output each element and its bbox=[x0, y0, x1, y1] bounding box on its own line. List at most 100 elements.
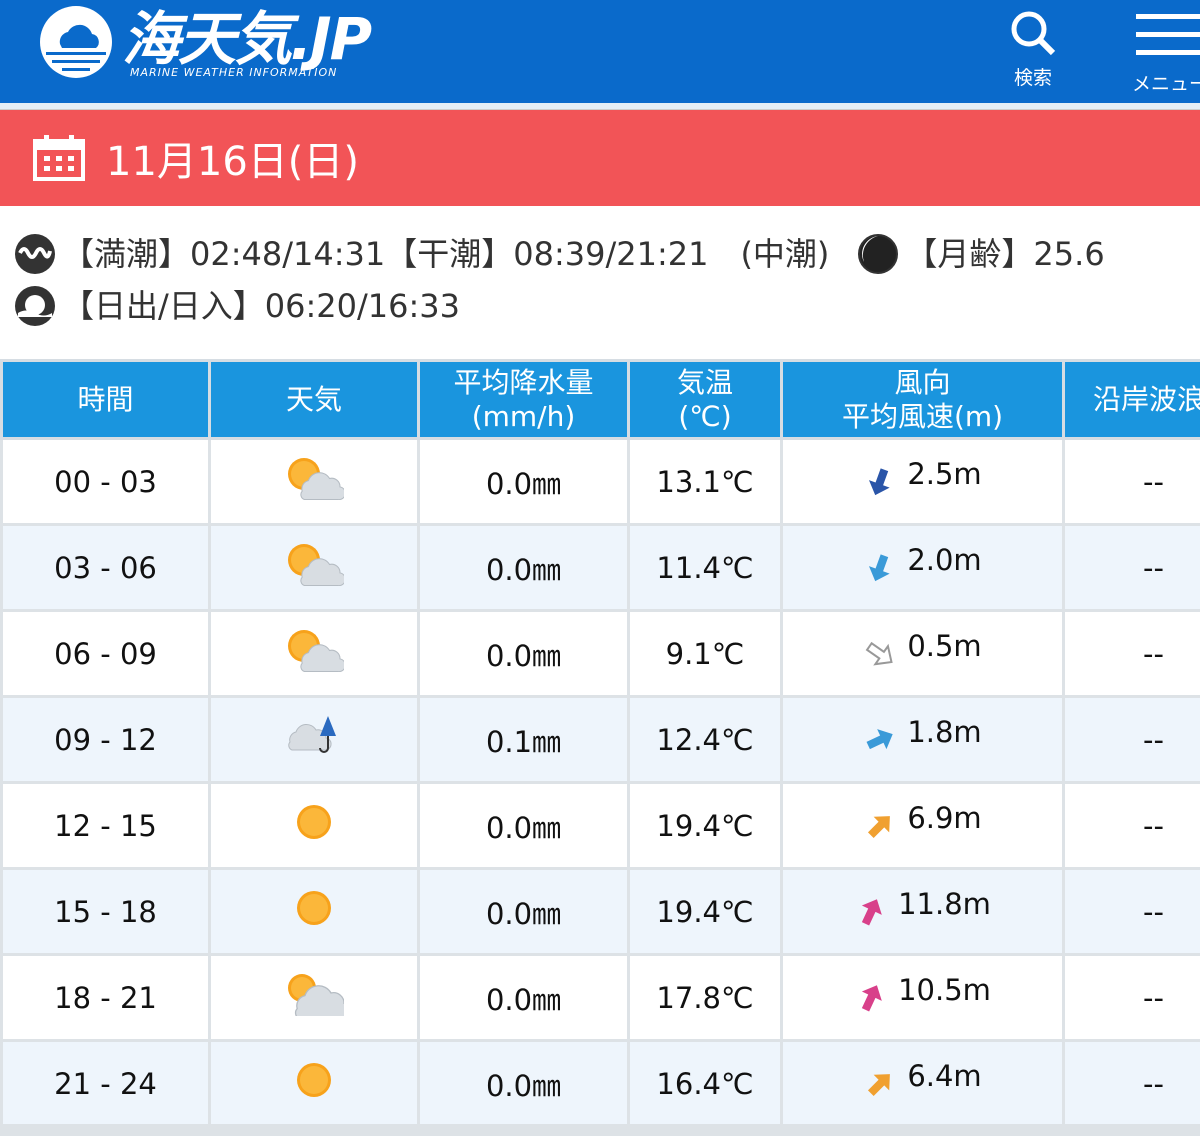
table-row: 09 - 12 0.1㎜ 12.4℃ 1.8m -- bbox=[0, 695, 1200, 784]
wind-speed: 11.8m bbox=[898, 886, 991, 921]
hamburger-icon bbox=[1136, 14, 1200, 55]
time-cell: 09 - 12 bbox=[0, 695, 211, 784]
wind-arrow-icon bbox=[861, 898, 882, 925]
temperature-cell: 19.4℃ bbox=[627, 867, 783, 956]
cloud-rain-icon bbox=[284, 716, 344, 765]
weather-cell bbox=[208, 437, 420, 526]
logo-subtitle: MARINE WEATHER INFORMATION bbox=[130, 66, 338, 79]
sunrise-icon bbox=[15, 286, 55, 326]
header-temperature: 気温 (℃) bbox=[627, 359, 783, 440]
page-bottom bbox=[0, 1124, 1200, 1136]
time-cell: 06 - 09 bbox=[0, 609, 211, 698]
search-icon bbox=[1011, 11, 1056, 56]
tide-icon bbox=[15, 234, 55, 274]
wind-speed: 2.0m bbox=[907, 542, 982, 577]
wind-speed: 10.5m bbox=[898, 972, 991, 1007]
rainfall-cell: 0.0㎜ bbox=[417, 867, 630, 956]
calendar-icon bbox=[33, 135, 85, 181]
table-row: 00 - 03 0.0㎜ 13.1℃ 2.5m -- bbox=[0, 437, 1200, 526]
cloud-sun-icon bbox=[284, 974, 352, 1023]
weather-cell bbox=[208, 523, 420, 612]
wave-cell: -- bbox=[1062, 867, 1200, 956]
header-weather: 天気 bbox=[208, 359, 420, 440]
site-logo[interactable]: 海天気.JP MARINE WEATHER INFORMATION bbox=[38, 4, 372, 80]
wind-cell: 6.4m bbox=[780, 1039, 1065, 1128]
menu-button[interactable]: メニュー bbox=[1132, 8, 1200, 96]
table-row: 06 - 09 0.0㎜ 9.1℃ 0.5m -- bbox=[0, 609, 1200, 698]
rainfall-cell: 0.0㎜ bbox=[417, 437, 630, 526]
rainfall-cell: 0.0㎜ bbox=[417, 781, 630, 870]
wind-cell: 1.8m bbox=[780, 695, 1065, 784]
wind-speed: 6.9m bbox=[907, 800, 982, 835]
sun-icon bbox=[292, 891, 336, 937]
temperature-cell: 13.1℃ bbox=[627, 437, 783, 526]
forecast-table: 時間 天気 平均降水量 (mm/h) 気温 (℃) 風向 平均風速(m) 沿岸波浪 00 … bbox=[0, 359, 1200, 1128]
sun-icon bbox=[292, 1063, 336, 1109]
temperature-cell: 12.4℃ bbox=[627, 695, 783, 784]
menu-label: メニュー bbox=[1132, 73, 1200, 95]
temperature-cell: 19.4℃ bbox=[627, 781, 783, 870]
weather-cell bbox=[208, 781, 420, 870]
wind-speed: 1.8m bbox=[907, 714, 982, 749]
temperature-cell: 16.4℃ bbox=[627, 1039, 783, 1128]
header-wind: 風向 平均風速(m) bbox=[780, 359, 1065, 440]
date-label: 11月16日(日) bbox=[106, 139, 360, 185]
header-rainfall: 平均降水量 (mm/h) bbox=[417, 359, 630, 440]
wave-cell: -- bbox=[1062, 1039, 1200, 1128]
tide-info: 【満潮】02:48/14:31【干潮】08:39/21:21 (中潮) 【月齢】… bbox=[14, 228, 1105, 332]
wind-cell: 6.9m bbox=[780, 781, 1065, 870]
wind-cell: 2.0m bbox=[780, 523, 1065, 612]
weather-cell bbox=[208, 867, 420, 956]
wind-arrow-icon bbox=[865, 641, 893, 665]
table-row: 15 - 18 0.0㎜ 19.4℃ 11.8m -- bbox=[0, 867, 1200, 956]
time-cell: 18 - 21 bbox=[0, 953, 211, 1042]
sun-cloud-icon bbox=[284, 544, 346, 593]
sun-cloud-icon bbox=[284, 630, 346, 679]
wave-cell: -- bbox=[1062, 695, 1200, 784]
search-button[interactable]: 検索 bbox=[1008, 8, 1058, 90]
rainfall-cell: 0.0㎜ bbox=[417, 609, 630, 698]
wave-cell: -- bbox=[1062, 781, 1200, 870]
wind-cell: 10.5m bbox=[780, 953, 1065, 1042]
search-label: 検索 bbox=[1013, 67, 1052, 89]
wind-cell: 0.5m bbox=[780, 609, 1065, 698]
moon-icon bbox=[858, 234, 899, 274]
time-cell: 15 - 18 bbox=[0, 867, 211, 956]
weather-cell bbox=[208, 695, 420, 784]
logo-icon bbox=[40, 6, 112, 78]
table-row: 03 - 06 0.0㎜ 11.4℃ 2.0m -- bbox=[0, 523, 1200, 612]
header-wave: 沿岸波浪 bbox=[1062, 359, 1200, 440]
wind-arrow-icon bbox=[868, 815, 891, 838]
time-cell: 03 - 06 bbox=[0, 523, 211, 612]
table-row: 21 - 24 0.0㎜ 16.4℃ 6.4m -- bbox=[0, 1039, 1200, 1128]
nav-strip bbox=[0, 103, 1200, 110]
sun-cloud-icon bbox=[284, 458, 346, 507]
wind-speed: 2.5m bbox=[907, 456, 982, 491]
logo-title: 海天気.JP bbox=[122, 5, 372, 73]
wind-arrow-icon bbox=[861, 984, 882, 1011]
rainfall-cell: 0.0㎜ bbox=[417, 953, 630, 1042]
time-cell: 00 - 03 bbox=[0, 437, 211, 526]
header-time: 時間 bbox=[0, 359, 211, 440]
temperature-cell: 17.8℃ bbox=[627, 953, 783, 1042]
table-row: 18 - 21 0.0㎜ 17.8℃ 10.5m -- bbox=[0, 953, 1200, 1042]
wave-cell: -- bbox=[1062, 523, 1200, 612]
wind-speed: 6.4m bbox=[907, 1058, 982, 1093]
weather-cell bbox=[208, 609, 420, 698]
moon-age: 【月齢】25.6 bbox=[905, 235, 1105, 273]
temperature-cell: 11.4℃ bbox=[627, 523, 783, 612]
temperature-cell: 9.1℃ bbox=[627, 609, 783, 698]
wind-cell: 2.5m bbox=[780, 437, 1065, 526]
weather-cell bbox=[208, 1039, 420, 1128]
sun-times: 【日出/日入】06:20/16:33 bbox=[62, 287, 461, 325]
time-cell: 12 - 15 bbox=[0, 781, 211, 870]
wind-arrow-icon bbox=[868, 1073, 891, 1096]
rainfall-cell: 0.1㎜ bbox=[417, 695, 630, 784]
sun-icon bbox=[292, 805, 336, 851]
wave-cell: -- bbox=[1062, 609, 1200, 698]
table-row: 12 - 15 0.0㎜ 19.4℃ 6.9m -- bbox=[0, 781, 1200, 870]
wind-arrow-icon bbox=[869, 467, 890, 495]
wind-speed: 0.5m bbox=[907, 628, 982, 663]
time-cell: 21 - 24 bbox=[0, 1039, 211, 1128]
wind-cell: 11.8m bbox=[780, 867, 1065, 956]
